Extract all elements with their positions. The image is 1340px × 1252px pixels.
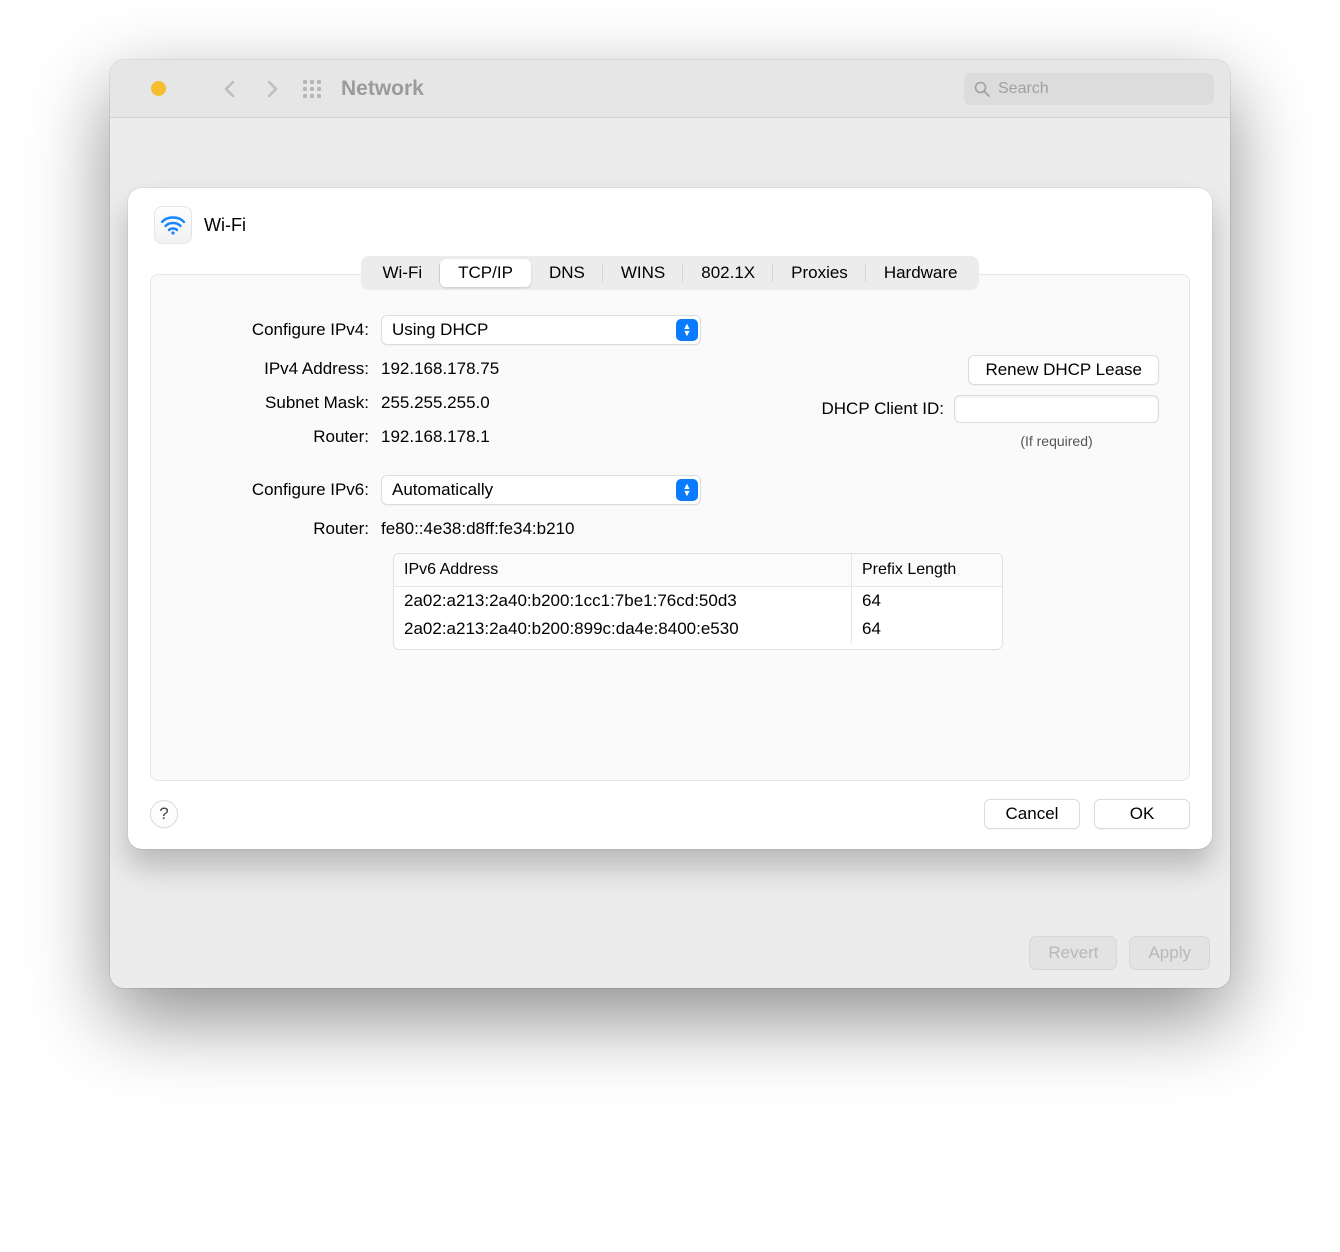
ipv6-address-cell: 2a02:a213:2a40:b200:899c:da4e:8400:e530 xyxy=(394,615,852,643)
tab-8021x[interactable]: 802.1X xyxy=(683,259,773,287)
system-preferences-window: Network Search Revert Apply Wi xyxy=(110,60,1230,988)
chevron-left-icon xyxy=(222,79,238,99)
zoom-window-button[interactable] xyxy=(176,81,191,96)
cancel-button[interactable]: Cancel xyxy=(984,799,1080,829)
ipv6-prefix-cell: 64 xyxy=(852,615,1002,643)
apply-button[interactable]: Apply xyxy=(1129,936,1210,970)
tab-dns[interactable]: DNS xyxy=(531,259,603,287)
dhcp-client-id-label: DHCP Client ID: xyxy=(822,399,945,419)
wifi-advanced-sheet: Wi-Fi Wi-Fi TCP/IP DNS WINS 802.1X Proxi… xyxy=(128,188,1212,849)
tab-tcpip[interactable]: TCP/IP xyxy=(440,259,531,287)
configure-ipv6-value: Automatically xyxy=(392,480,493,500)
ipv6-address-cell: 2a02:a213:2a40:b200:1cc1:7be1:76cd:50d3 xyxy=(394,587,852,615)
show-all-preferences-icon[interactable] xyxy=(303,80,321,98)
window-toolbar: Network Search xyxy=(110,60,1230,118)
subnet-mask-value: 255.255.255.0 xyxy=(381,393,490,413)
window-title: Network xyxy=(341,77,424,101)
renew-dhcp-lease-button[interactable]: Renew DHCP Lease xyxy=(968,355,1159,385)
router-v4-value: 192.168.178.1 xyxy=(381,427,490,447)
configure-ipv4-label: Configure IPv4: xyxy=(181,320,381,340)
router-v6-label: Router: xyxy=(181,519,381,539)
search-field[interactable]: Search xyxy=(964,73,1214,105)
tab-wifi[interactable]: Wi-Fi xyxy=(364,259,440,287)
back-button[interactable] xyxy=(213,72,247,106)
close-window-button[interactable] xyxy=(126,81,141,96)
window-traffic-lights xyxy=(126,81,191,96)
search-icon xyxy=(974,81,990,97)
dhcp-client-id-hint: (If required) xyxy=(954,433,1159,449)
ipv4-address-value: 192.168.178.75 xyxy=(381,359,499,379)
ipv4-address-label: IPv4 Address: xyxy=(181,359,381,379)
window-body: Revert Apply Wi-Fi Wi-Fi TC xyxy=(110,118,1230,988)
tab-hardware[interactable]: Hardware xyxy=(866,259,976,287)
ipv6-prefix-cell: 64 xyxy=(852,587,1002,615)
tab-bar: Wi-Fi TCP/IP DNS WINS 802.1X Proxies Har… xyxy=(361,256,978,290)
router-v4-label: Router: xyxy=(181,427,381,447)
ok-button[interactable]: OK xyxy=(1094,799,1190,829)
table-row[interactable]: 2a02:a213:2a40:b200:899c:da4e:8400:e530 … xyxy=(394,615,1002,649)
configure-ipv4-value: Using DHCP xyxy=(392,320,488,340)
tab-wins[interactable]: WINS xyxy=(603,259,683,287)
dhcp-client-id-field[interactable] xyxy=(954,395,1159,423)
forward-button[interactable] xyxy=(255,72,289,106)
configure-ipv6-label: Configure IPv6: xyxy=(181,480,381,500)
tab-proxies[interactable]: Proxies xyxy=(773,259,866,287)
popup-arrows-icon: ▲▼ xyxy=(676,319,698,341)
router-v6-value: fe80::4e38:d8ff:fe34:b210 xyxy=(381,519,574,539)
chevron-right-icon xyxy=(264,79,280,99)
subnet-mask-label: Subnet Mask: xyxy=(181,393,381,413)
search-placeholder: Search xyxy=(998,80,1049,98)
sheet-title: Wi-Fi xyxy=(204,215,246,236)
help-button[interactable]: ? xyxy=(150,800,178,828)
ipv6-address-table: IPv6 Address Prefix Length 2a02:a213:2a4… xyxy=(393,553,1003,650)
configure-ipv4-popup[interactable]: Using DHCP ▲▼ xyxy=(381,315,701,345)
ipv6-header-prefix[interactable]: Prefix Length xyxy=(852,554,1002,586)
minimize-window-button[interactable] xyxy=(151,81,166,96)
wifi-icon xyxy=(154,206,192,244)
configure-ipv6-popup[interactable]: Automatically ▲▼ xyxy=(381,475,701,505)
popup-arrows-icon: ▲▼ xyxy=(676,479,698,501)
tcpip-pane: Configure IPv4: Using DHCP ▲▼ IPv4 Addre… xyxy=(150,274,1190,781)
ipv6-header-address[interactable]: IPv6 Address xyxy=(394,554,852,586)
table-row[interactable]: 2a02:a213:2a40:b200:1cc1:7be1:76cd:50d3 … xyxy=(394,587,1002,615)
revert-button[interactable]: Revert xyxy=(1029,936,1117,970)
